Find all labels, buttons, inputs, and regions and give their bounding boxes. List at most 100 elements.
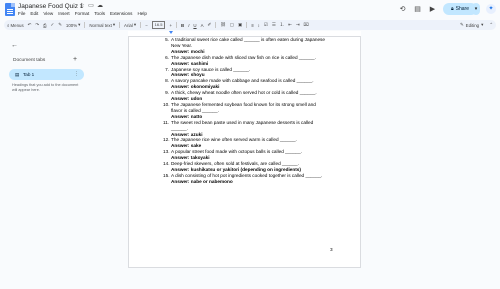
- question-number: 6.: [165, 54, 169, 60]
- font-size-input[interactable]: 16.5: [151, 21, 166, 29]
- comment-icon[interactable]: ▢: [230, 22, 234, 28]
- chevron-down-icon: ▾: [112, 22, 116, 27]
- menu-file[interactable]: File: [18, 11, 25, 16]
- history-icon[interactable]: ⟲: [398, 5, 407, 14]
- title-bar: Japanese Food Quiz 1 ☆ ▭ ☁ File Edit Vie…: [0, 0, 500, 20]
- document-tabs-title: Document tabs: [13, 58, 46, 63]
- question-item: 14. Deep-fried skewers, often sold at fes…: [163, 161, 328, 173]
- menu-edit[interactable]: Edit: [30, 11, 38, 16]
- numbered-list-icon[interactable]: ⒈: [280, 22, 284, 28]
- question-number: 7.: [165, 66, 169, 72]
- question-item: 10. The Japanese fermented soybean food k…: [163, 102, 328, 120]
- toolbar-divider: [119, 22, 121, 28]
- question-number: 13.: [163, 149, 170, 155]
- document-title[interactable]: Japanese Food Quiz 1: [18, 3, 83, 10]
- decrease-indent-icon[interactable]: ⇤: [288, 22, 292, 28]
- text-color-icon[interactable]: A: [201, 23, 204, 28]
- image-icon[interactable]: ▣: [238, 22, 242, 28]
- menu-view[interactable]: View: [43, 11, 53, 16]
- indent-marker[interactable]: [169, 31, 173, 34]
- toolbar-divider: [246, 22, 248, 28]
- question-item: 15. A dish consisting of hot pot ingredie…: [163, 173, 328, 185]
- question-row: 10. The Japanese fermented soybean food k…: [163, 102, 328, 114]
- zoom-value: 100%: [65, 22, 78, 28]
- page-number: 3: [330, 247, 333, 252]
- editing-mode-select[interactable]: ✎ Editing ▾: [460, 22, 485, 28]
- tab-1[interactable]: ▤ Tab 1 ⋮: [9, 69, 84, 80]
- menu-help[interactable]: Help: [137, 11, 146, 16]
- menu-bar: File Edit View Insert Format Tools Exten…: [18, 11, 147, 16]
- highlight-icon[interactable]: ✐: [208, 22, 212, 28]
- toolbar-divider: [215, 22, 217, 28]
- question-number: 5.: [165, 37, 169, 42]
- checklist-icon[interactable]: ☑: [264, 22, 268, 28]
- more-options-icon[interactable]: ⋮: [74, 71, 79, 77]
- zoom-select[interactable]: 100% ▾: [66, 22, 80, 28]
- video-call-icon[interactable]: ▶: [428, 5, 437, 14]
- chevron-down-icon: ▾: [133, 22, 137, 27]
- question-item: 11. The sweet red bean paste used in many…: [163, 120, 328, 138]
- headings-hint: Headings that you add to the document wi…: [12, 83, 79, 92]
- line-spacing-icon[interactable]: ↕: [258, 23, 260, 28]
- link-icon[interactable]: ⛓: [220, 22, 226, 28]
- share-dropdown-icon[interactable]: ▾: [472, 3, 480, 15]
- question-text: A dish consisting of hot pot ingredients…: [171, 172, 323, 178]
- question-number: 11.: [163, 119, 170, 125]
- bold-icon[interactable]: B: [181, 23, 184, 28]
- clear-formatting-icon[interactable]: ⌧: [304, 22, 309, 28]
- question-list: 5. A traditional sweet rice cake called _…: [163, 37, 328, 185]
- document-page[interactable]: 5. A traditional sweet rice cake called _…: [128, 37, 361, 268]
- font-size-increase-icon[interactable]: +: [169, 23, 172, 28]
- print-icon[interactable]: ⎙: [43, 23, 47, 28]
- question-number: 12.: [163, 137, 170, 143]
- question-number: 9.: [165, 90, 169, 96]
- cloud-saved-icon[interactable]: ☁: [97, 3, 103, 9]
- style-value: Normal text: [89, 22, 112, 28]
- bulleted-list-icon[interactable]: ☰: [272, 22, 276, 28]
- question-number: 8.: [165, 78, 169, 84]
- menu-tools[interactable]: Tools: [94, 11, 105, 16]
- question-row: 5. A traditional sweet rice cake called _…: [163, 37, 328, 49]
- spellcheck-icon[interactable]: ✓: [51, 22, 55, 28]
- font-size-decrease-icon[interactable]: −: [145, 23, 148, 28]
- collapse-toolbar-icon[interactable]: ⌃: [489, 22, 493, 28]
- menu-extensions[interactable]: Extensions: [110, 11, 132, 16]
- increase-indent-icon[interactable]: ⇥: [296, 22, 300, 28]
- comments-icon[interactable]: ▤: [413, 5, 422, 14]
- menu-format[interactable]: Format: [75, 11, 90, 16]
- align-icon[interactable]: ≡: [251, 23, 254, 28]
- toolbar: ⌕ Menus ↶ ↷ ⎙ ✓ ✎ 100% ▾ Normal text ▾ A…: [4, 20, 496, 30]
- question-number: 10.: [163, 101, 170, 107]
- add-tab-icon[interactable]: +: [73, 56, 77, 63]
- search-icon: ⌕: [7, 22, 10, 28]
- back-arrow-icon[interactable]: ←: [11, 42, 18, 49]
- menus-search[interactable]: ⌕ Menus: [7, 23, 24, 28]
- account-icon[interactable]: ✦: [486, 4, 496, 14]
- tab-label: Tab 1: [23, 72, 35, 77]
- question-text: The Japanese dish made with sliced raw f…: [171, 54, 316, 60]
- document-tabs-sidebar: ← Document tabs + ▤ Tab 1 ⋮ Headings tha…: [0, 37, 128, 289]
- italic-icon[interactable]: I: [188, 23, 189, 28]
- star-icon[interactable]: ☆: [79, 3, 85, 9]
- question-text: The sweet red bean paste used in many Ja…: [171, 119, 314, 131]
- docs-logo-icon[interactable]: [5, 3, 15, 16]
- toolbar-divider: [176, 22, 178, 28]
- title-icons: ☆ ▭ ☁: [79, 3, 103, 9]
- underline-icon[interactable]: U: [193, 23, 196, 28]
- editing-label: Editing: [465, 22, 480, 28]
- answer-text: Answer: nabe or nabemono: [171, 178, 233, 184]
- redo-icon[interactable]: ↷: [35, 22, 39, 28]
- undo-icon[interactable]: ↶: [28, 22, 32, 28]
- paint-format-icon[interactable]: ✎: [58, 22, 62, 28]
- question-row: 11. The sweet red bean paste used in many…: [163, 120, 328, 132]
- folder-move-icon[interactable]: ▭: [88, 3, 94, 9]
- question-item: 13. A popular street food made with octop…: [163, 149, 328, 161]
- menu-insert[interactable]: Insert: [58, 11, 70, 16]
- share-label: Share: [455, 6, 469, 12]
- font-select[interactable]: Arial ▾: [124, 22, 136, 28]
- chevron-down-icon: ▾: [78, 22, 81, 27]
- question-text: The Japanese fermented soybean food know…: [171, 101, 316, 113]
- style-select[interactable]: Normal text ▾: [89, 22, 115, 28]
- toolbar-divider: [140, 22, 142, 28]
- tab-icon: ▤: [15, 72, 20, 77]
